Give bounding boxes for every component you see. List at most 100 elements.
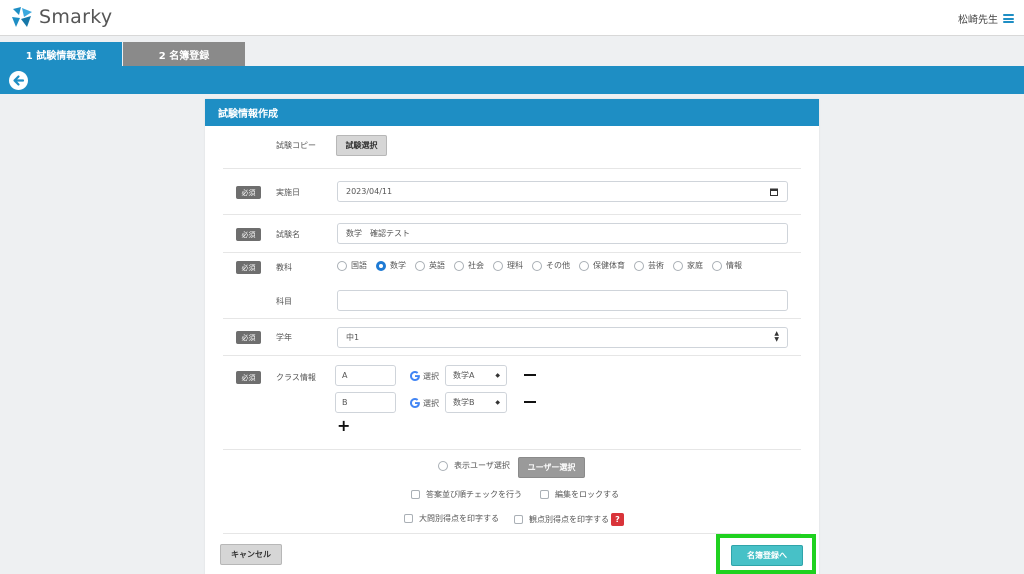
lock-edit-option: 編集をロックする	[540, 489, 619, 500]
radio-button[interactable]	[634, 260, 644, 271]
user-name: 松崎先生	[958, 15, 998, 26]
required-badge: 必須	[236, 261, 261, 274]
subject-option-social[interactable]: 社会	[454, 260, 484, 271]
radio-button[interactable]	[493, 260, 503, 271]
course-label: 科目	[276, 297, 292, 306]
tab-exam-info[interactable]: 1 試験情報登録	[0, 42, 122, 67]
lock-edit-label: 編集をロックする	[555, 490, 619, 499]
option-label: 英語	[429, 261, 445, 270]
display-user-radio[interactable]	[438, 460, 448, 471]
course-row: 科目	[223, 281, 801, 319]
app-name: Smarky	[39, 6, 113, 28]
date-label: 実施日	[276, 188, 300, 197]
exam-name-label: 試験名	[276, 230, 300, 239]
date-input[interactable]: 2023/04/11	[337, 181, 788, 202]
panel-title: 試験情報作成	[205, 99, 819, 126]
option-label: 情報	[726, 261, 742, 270]
option-label: その他	[546, 261, 570, 270]
subject-option-pe[interactable]: 保健体育	[579, 260, 625, 271]
class-name-value: A	[342, 371, 348, 380]
class-info-label: クラス情報	[276, 373, 316, 382]
exam-name-input[interactable]: 数学 確認テスト	[337, 223, 788, 244]
select-arrows-icon: ◆	[495, 399, 500, 406]
required-badge: 必須	[236, 228, 261, 241]
select-arrows-icon: ▲ ▼	[774, 330, 779, 343]
back-button[interactable]	[9, 71, 28, 90]
subject-option-math[interactable]: 数学	[376, 260, 406, 271]
answer-order-checkbox[interactable]	[411, 490, 420, 499]
print-viewpoint-score-checkbox[interactable]	[514, 515, 523, 524]
exam-info-panel: 試験情報作成 試験コピー 試験選択 必須 実施日 2023/04/11 必須 試…	[205, 99, 819, 574]
select-label: 選択	[423, 371, 439, 381]
grade-value: 中1	[346, 333, 360, 342]
radio-button[interactable]	[579, 260, 589, 271]
tab-roster[interactable]: 2 名簿登録	[123, 42, 245, 67]
subject-option-japanese[interactable]: 国語	[337, 260, 367, 271]
class-group-select[interactable]: 数学B ◆	[445, 392, 507, 413]
radio-button[interactable]	[337, 260, 347, 271]
exam-copy-label: 試験コピー	[276, 141, 316, 150]
select-exam-button[interactable]: 試験選択	[336, 135, 387, 156]
option-label: 社会	[468, 261, 484, 270]
calendar-icon[interactable]	[770, 188, 778, 196]
print-viewpoint-score-label: 観点別得点を印字する	[529, 515, 609, 524]
help-icon[interactable]: ?	[611, 513, 624, 526]
subject-label: 教科	[276, 263, 292, 272]
print-question-score-label: 大問別得点を印字する	[419, 514, 499, 523]
add-class-button[interactable]: +	[337, 418, 350, 434]
grade-label: 学年	[276, 333, 292, 342]
app-logo[interactable]: Smarky	[10, 6, 112, 28]
arrow-left-icon	[13, 75, 25, 86]
select-user-button[interactable]: ユーザー選択	[518, 457, 585, 478]
grade-row: 必須 学年 中1 ▲ ▼	[223, 319, 801, 356]
exam-copy-row: 試験コピー 試験選択	[223, 126, 801, 169]
google-select-button[interactable]: 選択	[409, 397, 439, 409]
remove-class-button[interactable]	[524, 374, 536, 376]
radio-button[interactable]	[454, 260, 464, 271]
class-group-value: 数学A	[453, 371, 475, 380]
date-value: 2023/04/11	[346, 187, 393, 196]
step-tabs: 1 試験情報登録 2 名簿登録	[0, 42, 245, 67]
print-question-score-checkbox[interactable]	[404, 514, 413, 523]
radio-button[interactable]	[376, 260, 386, 271]
subject-option-other[interactable]: その他	[532, 260, 570, 271]
course-input[interactable]	[337, 290, 788, 311]
select-label: 選択	[423, 398, 439, 408]
option-label: 国語	[351, 261, 367, 270]
class-group-select[interactable]: 数学A ◆	[445, 365, 507, 386]
subject-option-info[interactable]: 情報	[712, 260, 742, 271]
grade-select[interactable]: 中1 ▲ ▼	[337, 327, 788, 348]
radio-button[interactable]	[532, 260, 542, 271]
display-user-label: 表示ユーザ選択	[454, 461, 510, 470]
subject-option-english[interactable]: 英語	[415, 260, 445, 271]
print-question-score-option: 大問別得点を印字する	[404, 513, 499, 524]
subject-radio-group: 国語 数学 英語 社会 理科 その他 保健体育 芸術 家庭 情報	[337, 260, 751, 271]
go-to-roster-button[interactable]: 名簿登録へ	[731, 545, 803, 566]
class-info-row: 必須 クラス情報 A 選択 数学A ◆ B 選択 数学B ◆ +	[223, 356, 801, 450]
class-name-input[interactable]: A	[335, 365, 396, 386]
option-label: 理科	[507, 261, 523, 270]
user-menu[interactable]: 松崎先生	[958, 11, 1014, 26]
required-badge: 必須	[236, 331, 261, 344]
select-arrows-icon: ◆	[495, 372, 500, 379]
radio-button[interactable]	[712, 260, 722, 271]
option-label: 数学	[390, 261, 406, 270]
logo-icon	[12, 7, 32, 27]
google-select-button[interactable]: 選択	[409, 370, 439, 382]
class-name-value: B	[342, 398, 348, 407]
lock-edit-checkbox[interactable]	[540, 490, 549, 499]
subject-option-home[interactable]: 家庭	[673, 260, 703, 271]
remove-class-button[interactable]	[524, 401, 536, 403]
radio-button[interactable]	[415, 260, 425, 271]
date-row: 必須 実施日 2023/04/11	[223, 169, 801, 215]
hamburger-menu-icon[interactable]	[1003, 14, 1014, 23]
subject-option-art[interactable]: 芸術	[634, 260, 664, 271]
subject-option-science[interactable]: 理科	[493, 260, 523, 271]
cancel-button[interactable]: キャンセル	[220, 544, 282, 565]
option-label: 家庭	[687, 261, 703, 270]
class-name-input[interactable]: B	[335, 392, 396, 413]
radio-button[interactable]	[673, 260, 683, 271]
required-badge: 必須	[236, 371, 261, 384]
subject-row: 必須 教科 国語 数学 英語 社会 理科 その他 保健体育 芸術 家庭 情報	[223, 253, 801, 281]
exam-name-row: 必須 試験名 数学 確認テスト	[223, 215, 801, 253]
